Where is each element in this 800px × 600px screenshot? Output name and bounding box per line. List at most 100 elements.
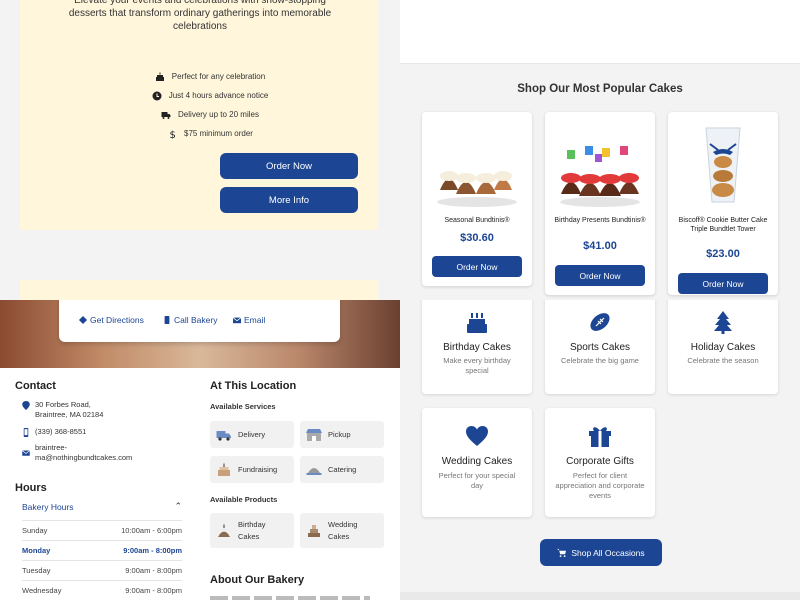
address[interactable]: 30 Forbes Road, Braintree, MA 02184: [22, 400, 103, 420]
hours-time: 9:00am - 8:00pm: [125, 566, 182, 575]
contact-title: Contact: [15, 380, 56, 392]
popular-cakes-section: Shop Our Most Popular Cakes Seasonal Bun…: [400, 0, 800, 300]
occasion-card-corporate[interactable]: Corporate Gifts Perfect for client appre…: [545, 408, 655, 517]
toggle-label: Bakery Hours: [22, 502, 74, 512]
product-label: Birthday: [238, 519, 266, 529]
action-label: Email: [244, 315, 266, 325]
shop-all-occasions-button[interactable]: Shop All Occasions: [540, 539, 662, 566]
about-text-preview: [210, 596, 370, 600]
directions-icon: [79, 316, 87, 324]
email-address[interactable]: braintree-ma@nothingbundtcakes.com: [22, 443, 132, 463]
email-icon: [233, 317, 241, 324]
catering-icon: [306, 467, 322, 475]
products-label: Available Products: [210, 495, 278, 504]
map-pin-icon: [22, 401, 30, 410]
email-icon: [22, 450, 30, 456]
phone-text: (339) 368-8551: [35, 427, 87, 436]
football-icon: [590, 313, 610, 331]
order-now-button[interactable]: Order Now: [432, 256, 522, 277]
occasion-desc: Celebrate the big game: [561, 356, 639, 365]
occasions-section: Birthday Cakes Make every birthday speci…: [400, 300, 800, 600]
promo-card-secondary: [20, 280, 378, 300]
occasion-title: Wedding Cakes: [441, 456, 513, 467]
chevron-up-icon: ⌃: [174, 501, 182, 511]
get-directions-link[interactable]: Get Directions: [79, 315, 144, 325]
bakery-hours-toggle[interactable]: Bakery Hours ⌃: [22, 501, 182, 512]
occasion-card-holiday[interactable]: Holiday Cakes Celebrate the season: [668, 300, 778, 394]
address-line: 30 Forbes Road,: [35, 400, 91, 409]
service-fundraising: Fundraising: [210, 456, 294, 483]
heart-icon: [466, 426, 488, 446]
occasion-desc: Perfect for client appreciation and corp…: [555, 471, 645, 500]
service-delivery: Delivery: [210, 421, 294, 448]
occasion-card-wedding[interactable]: Wedding Cakes Perfect for your special d…: [422, 408, 532, 517]
more-info-button[interactable]: More Info: [220, 187, 358, 213]
occasion-title: Holiday Cakes: [690, 342, 756, 353]
location-section: Get Directions Call Bakery Email Contact…: [0, 300, 400, 600]
product-name: Birthday Presents Bundtinis®: [554, 217, 646, 224]
tiered-cake-icon: [308, 524, 320, 537]
order-now-button[interactable]: Order Now: [555, 265, 645, 286]
hours-row: Tuesday 9:00am - 8:00pm: [22, 560, 182, 580]
occasion-title: Sports Cakes: [569, 342, 631, 353]
feature-label: $75 minimum order: [184, 129, 253, 138]
birthday-cake-icon: [467, 313, 487, 333]
phone-number[interactable]: (339) 368-8551: [22, 427, 86, 437]
feature-delivery: Delivery up to 20 miles: [80, 105, 340, 124]
occasion-card-birthday[interactable]: Birthday Cakes Make every birthday speci…: [422, 300, 532, 394]
fundraising-cake-icon: [218, 463, 230, 476]
email-link[interactable]: Email: [233, 315, 265, 325]
product-card[interactable]: Seasonal Bundtinis® $30.60 Order Now: [422, 112, 532, 286]
email-line: ma@nothingbundtcakes.com: [35, 453, 133, 462]
hours-title: Hours: [15, 482, 47, 494]
product-price: $30.60: [460, 232, 494, 244]
bundt-cake-icon: [218, 524, 230, 537]
truck-icon: [216, 430, 231, 441]
occasion-desc: Make every birthday special: [443, 356, 511, 375]
cart-icon: [557, 548, 567, 557]
order-now-button[interactable]: Order Now: [678, 273, 768, 294]
cake-icon: [155, 72, 164, 81]
hours-row: Wednesday 9:00am - 8:00pm: [22, 580, 182, 600]
clock-icon: [152, 91, 162, 100]
hours-time: 9:00am - 8:00pm: [123, 546, 182, 555]
service-label: Delivery: [238, 430, 266, 439]
email-line: braintree-: [35, 443, 68, 452]
services-label: Available Services: [210, 402, 276, 411]
hours-row: Sunday 10:00am - 6:00pm: [22, 520, 182, 540]
hours-time: 10:00am - 6:00pm: [121, 526, 182, 535]
service-label: Pickup: [328, 430, 351, 439]
occasion-desc: Perfect for your special day: [438, 471, 516, 490]
action-label: Get Directions: [90, 315, 144, 325]
service-label: Catering: [328, 465, 357, 474]
section-title: Shop Our Most Popular Cakes: [517, 83, 683, 95]
about-title: About Our Bakery: [210, 574, 305, 586]
service-label: Fundraising: [238, 465, 278, 474]
phone-icon: [164, 316, 170, 324]
truck-icon: [161, 111, 171, 119]
feature-label: Delivery up to 20 miles: [178, 110, 259, 119]
call-bakery-link[interactable]: Call Bakery: [163, 315, 217, 325]
feature-celebration: Perfect for any celebration: [80, 67, 340, 86]
hours-day: Wednesday: [22, 586, 62, 595]
hours-day: Sunday: [22, 526, 48, 535]
service-catering: Catering: [300, 456, 384, 483]
service-pickup: Pickup: [300, 421, 384, 448]
product-card[interactable]: Birthday Presents Bundtinis® $41.00 Orde…: [545, 112, 655, 295]
product-image-birthday-presents: [560, 146, 640, 207]
product-birthday-cakes: Birthday Cakes: [210, 513, 294, 548]
occasion-title: Birthday Cakes: [443, 342, 511, 353]
feature-label: Perfect for any celebration: [171, 72, 266, 81]
product-name: Seasonal Bundtinis®: [444, 217, 510, 224]
action-label: Call Bakery: [174, 315, 218, 325]
at-location-title: At This Location: [210, 380, 297, 392]
product-card[interactable]: Biscoff® Cookie Butter Cake Triple Bundt…: [668, 112, 778, 295]
occasion-card-sports[interactable]: Sports Cakes Celebrate the big game: [545, 300, 655, 394]
order-now-button[interactable]: Order Now: [220, 153, 358, 179]
product-name: Biscoff® Cookie Butter Cake Triple Bundt…: [678, 217, 768, 233]
occasion-desc: Celebrate the season: [687, 356, 759, 365]
hours-day: Tuesday: [22, 566, 51, 575]
promo-card: Elevate your events and celebrations wit…: [20, 0, 378, 230]
product-image-biscoff-tower: [705, 127, 741, 203]
quick-actions-card: Get Directions Call Bakery Email: [59, 300, 340, 342]
